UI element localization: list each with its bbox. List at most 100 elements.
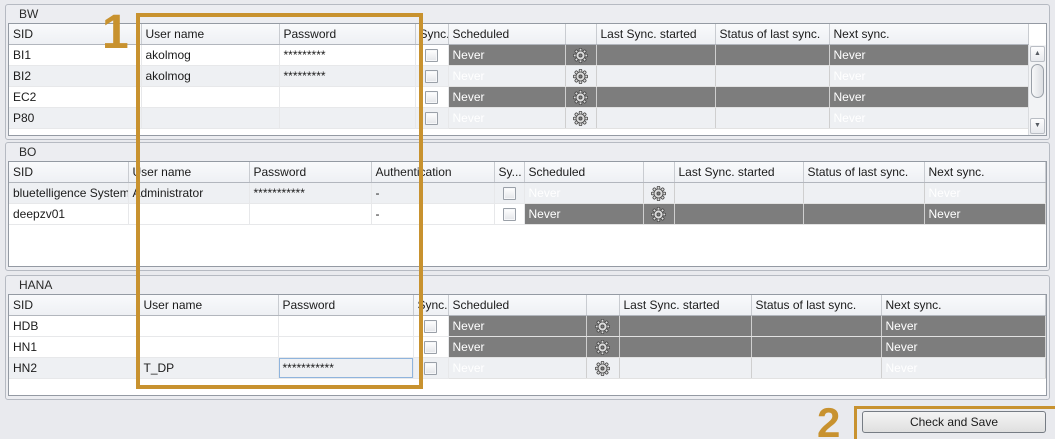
password-cell[interactable] (278, 337, 413, 358)
bw-vertical-scrollbar[interactable]: ▲ ▼ (1028, 45, 1046, 135)
sync-checkbox-cell[interactable] (415, 45, 448, 66)
scheduled-cell[interactable]: Never (448, 358, 586, 379)
authentication-cell[interactable]: - (371, 183, 494, 204)
sync-checkbox-cell[interactable] (415, 87, 448, 108)
sync-checkbox[interactable] (503, 208, 516, 221)
sid-cell[interactable]: BI2 (9, 66, 141, 87)
col-next-sync: Next sync. (881, 295, 1046, 316)
sid-cell[interactable]: BI1 (9, 45, 141, 66)
bo-table: SID User name Password Authentication Sy… (9, 162, 1046, 225)
bw-table: SID User name Password Sync. Scheduled L… (9, 24, 1029, 129)
last-sync-started-cell (619, 316, 751, 337)
table-row: HN1 Never Never (9, 337, 1046, 358)
sync-checkbox[interactable] (424, 362, 437, 375)
user-name-cell[interactable] (141, 87, 279, 108)
password-cell[interactable]: ********* (279, 66, 415, 87)
schedule-gear-button[interactable] (586, 316, 619, 337)
sid-cell[interactable]: HDB (9, 316, 139, 337)
scroll-up-arrow-icon[interactable]: ▲ (1030, 46, 1045, 62)
sync-checkbox[interactable] (503, 187, 516, 200)
next-sync-cell: Never (829, 45, 1029, 66)
last-sync-started-cell (596, 108, 715, 129)
sync-checkbox-cell[interactable] (415, 66, 448, 87)
col-next-sync: Next sync. (924, 162, 1046, 183)
gear-icon (573, 111, 588, 126)
gear-icon (573, 69, 588, 84)
password-cell[interactable]: ********* (279, 45, 415, 66)
password-cell[interactable] (279, 108, 415, 129)
gear-icon (651, 207, 666, 222)
password-cell[interactable] (278, 316, 413, 337)
sync-checkbox-cell[interactable] (494, 183, 524, 204)
schedule-gear-button[interactable] (643, 183, 674, 204)
schedule-gear-button[interactable] (586, 358, 619, 379)
col-sync: Sync. (413, 295, 448, 316)
sync-checkbox[interactable] (424, 320, 437, 333)
sync-checkbox[interactable] (425, 70, 438, 83)
sid-cell[interactable]: EC2 (9, 87, 141, 108)
user-name-cell[interactable]: akolmog (141, 66, 279, 87)
sync-checkbox-cell[interactable] (494, 204, 524, 225)
sync-checkbox[interactable] (425, 49, 438, 62)
gear-icon (573, 90, 588, 105)
schedule-gear-button[interactable] (565, 66, 596, 87)
table-row: HDB Never Never (9, 316, 1046, 337)
scheduled-cell[interactable]: Never (448, 108, 565, 129)
user-name-cell[interactable] (141, 108, 279, 129)
user-name-cell[interactable]: akolmog (141, 45, 279, 66)
password-cell-selected[interactable]: *********** (278, 358, 413, 379)
col-scheduled: Scheduled (448, 24, 565, 45)
sync-checkbox-cell[interactable] (413, 358, 448, 379)
check-and-save-button[interactable]: Check and Save (862, 411, 1046, 433)
password-cell[interactable] (249, 204, 371, 225)
password-cell[interactable]: *********** (249, 183, 371, 204)
user-name-cell[interactable] (128, 204, 249, 225)
status-of-last-sync-cell (803, 183, 924, 204)
bw-table-container: SID User name Password Sync. Scheduled L… (8, 23, 1047, 136)
sid-cell[interactable]: bluetelligence System (9, 183, 128, 204)
bw-header-row: SID User name Password Sync. Scheduled L… (9, 24, 1029, 45)
sid-cell[interactable]: deepzv01 (9, 204, 128, 225)
schedule-gear-button[interactable] (643, 204, 674, 225)
sid-cell[interactable]: HN2 (9, 358, 139, 379)
sync-checkbox[interactable] (424, 341, 437, 354)
schedule-gear-button[interactable] (565, 45, 596, 66)
scheduled-cell[interactable]: Never (448, 87, 565, 108)
user-name-cell[interactable] (139, 337, 278, 358)
scheduled-cell[interactable]: Never (448, 337, 586, 358)
sync-checkbox-cell[interactable] (413, 337, 448, 358)
sid-cell[interactable]: P80 (9, 108, 141, 129)
status-of-last-sync-cell (803, 204, 924, 225)
sid-cell[interactable]: HN1 (9, 337, 139, 358)
next-sync-cell: Never (829, 108, 1029, 129)
schedule-gear-button[interactable] (565, 108, 596, 129)
gear-icon (651, 186, 666, 201)
col-gear (586, 295, 619, 316)
scheduled-cell[interactable]: Never (448, 45, 565, 66)
sync-checkbox[interactable] (425, 112, 438, 125)
group-hana-title: HANA (19, 278, 52, 293)
hana-header-row: SID User name Password Sync. Scheduled L… (9, 295, 1046, 316)
schedule-gear-button[interactable] (565, 87, 596, 108)
scheduled-cell[interactable]: Never (524, 183, 643, 204)
col-gear (565, 24, 596, 45)
next-sync-cell: Never (924, 183, 1046, 204)
table-row: BI2 akolmog ********* Never Never (9, 66, 1029, 87)
scroll-down-arrow-icon[interactable]: ▼ (1030, 118, 1045, 134)
password-cell[interactable] (279, 87, 415, 108)
scheduled-cell[interactable]: Never (448, 316, 586, 337)
table-row: bluetelligence System Administrator ****… (9, 183, 1046, 204)
status-of-last-sync-cell (751, 337, 881, 358)
sync-checkbox-cell[interactable] (413, 316, 448, 337)
sync-checkbox[interactable] (425, 91, 438, 104)
scheduled-cell[interactable]: Never (448, 66, 565, 87)
scrollbar-thumb[interactable] (1031, 64, 1044, 98)
scheduled-cell[interactable]: Never (524, 204, 643, 225)
user-name-cell[interactable] (139, 316, 278, 337)
sync-checkbox-cell[interactable] (415, 108, 448, 129)
authentication-cell[interactable]: - (371, 204, 494, 225)
schedule-gear-button[interactable] (586, 337, 619, 358)
col-authentication: Authentication (371, 162, 494, 183)
user-name-cell[interactable]: Administrator (128, 183, 249, 204)
user-name-cell[interactable]: T_DP (139, 358, 278, 379)
